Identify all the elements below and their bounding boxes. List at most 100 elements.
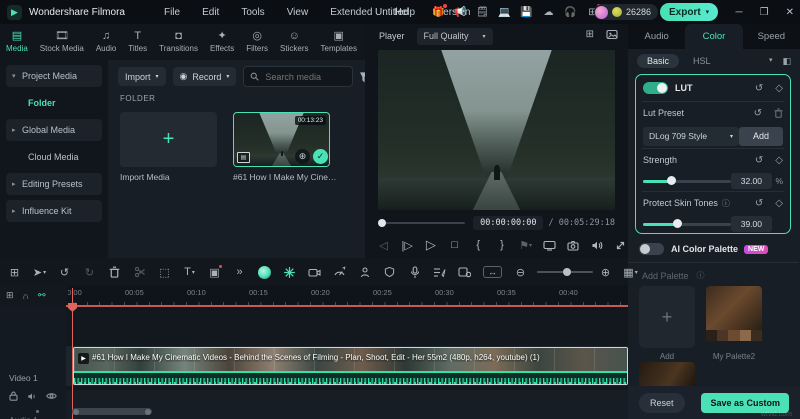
basic-subtab[interactable]: Basic — [637, 54, 679, 68]
import-media-card[interactable]: + — [120, 112, 217, 167]
volume-icon[interactable] — [590, 240, 603, 251]
display-preview-icon[interactable] — [606, 29, 618, 40]
tab-templates[interactable]: ▣Templates — [315, 28, 363, 54]
hide-track-icon[interactable] — [46, 391, 57, 401]
menu-file[interactable]: File — [164, 7, 180, 18]
tab-filters[interactable]: ◎Filters — [240, 28, 274, 54]
menu-edit[interactable]: Edit — [202, 7, 219, 18]
player-scrubber[interactable]: 00:00:00:00 / 00:05:29:18 — [378, 216, 615, 230]
support-headset-icon[interactable]: 🎧 — [564, 6, 577, 19]
timeline-clip[interactable]: ▶ #61 How I Make My Cinematic Videos - B… — [73, 347, 628, 385]
expand-arrow-icon[interactable]: ▸ — [12, 126, 16, 134]
play-button[interactable]: ▷ — [424, 237, 437, 253]
skin-tones-value[interactable]: 39.00 — [731, 216, 771, 232]
account-pill[interactable]: 26286 — [594, 4, 658, 20]
strength-value[interactable]: 32.00 — [731, 173, 771, 189]
timeline-zoom-slider[interactable] — [537, 271, 593, 273]
reset-icon[interactable]: ↺ — [755, 198, 763, 209]
fullscreen-icon[interactable] — [614, 240, 627, 251]
save-icon[interactable]: 💾 — [520, 6, 533, 19]
snap-magnet-icon[interactable]: ∩ — [23, 291, 29, 301]
reset-icon[interactable]: ↺ — [755, 155, 763, 166]
sidebar-item-cloud-media[interactable]: Cloud Media — [6, 146, 102, 168]
cloud-upload-icon[interactable]: ☁ — [542, 6, 555, 19]
motion-tracking-icon[interactable] — [358, 266, 371, 278]
reset-icon[interactable]: ↺ — [755, 83, 763, 94]
marker-button[interactable]: ⚑▾ — [519, 239, 532, 252]
search-input[interactable] — [263, 71, 337, 83]
snapshot-camera-icon[interactable] — [567, 240, 580, 251]
hsl-subtab[interactable]: HSL — [693, 56, 711, 66]
mirror-screen-icon[interactable] — [543, 240, 556, 251]
search-media-box[interactable] — [243, 66, 353, 87]
keyframe-diamond-icon[interactable]: ◇ — [775, 83, 783, 94]
menu-tools[interactable]: Tools — [241, 7, 264, 18]
menu-view[interactable]: View — [287, 7, 309, 18]
tab-media[interactable]: ▤Media — [0, 28, 34, 54]
mute-track-icon[interactable] — [27, 391, 37, 401]
skin-tones-slider-handle[interactable] — [673, 219, 682, 228]
tab-stickers[interactable]: ☺Stickers — [274, 28, 314, 54]
expand-arrow-icon[interactable]: ▸ — [12, 207, 16, 215]
mask-tool-icon[interactable]: ▣ — [208, 266, 221, 279]
strength-slider[interactable] — [643, 180, 731, 183]
compare-split-icon[interactable]: ◧ — [782, 56, 791, 67]
gift-icon[interactable]: 🎁 — [432, 6, 445, 19]
mark-in-button[interactable]: { — [472, 239, 485, 251]
timeline-ruler[interactable]: 00:00 00:05 00:10 00:15 00:20 00:25 00:3… — [0, 286, 628, 305]
adjustment-list-icon[interactable] — [433, 267, 446, 278]
mark-out-button[interactable]: } — [495, 239, 508, 251]
zoom-to-fit-icon[interactable]: ▦▾ — [624, 266, 637, 279]
manage-tracks-icon[interactable]: ⊞ — [6, 290, 14, 301]
delete-icon[interactable] — [108, 266, 121, 278]
quick-action-icon[interactable]: ⊕ — [295, 149, 310, 164]
avatar[interactable] — [595, 6, 608, 19]
camera-effect-icon[interactable] — [308, 267, 321, 278]
lut-toggle[interactable] — [643, 82, 668, 94]
lut-preset-select[interactable]: DLog 709 Style ▾ — [643, 127, 739, 146]
media-clip-thumbnail[interactable]: 00:13:23 ▤ ⊕ ✓ — [233, 112, 330, 167]
tab-effects[interactable]: ✦Effects — [204, 28, 240, 54]
tab-transitions[interactable]: ◘Transitions — [153, 28, 204, 54]
more-tools-icon[interactable]: » — [233, 266, 246, 278]
tab-titles[interactable]: TTitles — [122, 28, 153, 54]
zoom-out-icon[interactable]: ⊖ — [514, 266, 527, 279]
sidebar-item-global-media[interactable]: ▸Global Media — [6, 119, 102, 141]
split-scissors-icon[interactable] — [133, 266, 146, 278]
expand-arrow-icon[interactable]: ▸ — [12, 180, 16, 188]
lut-add-button[interactable]: Add — [739, 127, 783, 146]
ai-tools-icon[interactable] — [283, 266, 296, 279]
lock-track-icon[interactable] — [9, 391, 18, 401]
auto-ripple-icon[interactable]: ↔ — [483, 266, 502, 278]
sidebar-item-project-media[interactable]: ▾Project Media — [6, 65, 102, 87]
timeline-horizontal-scrollbar[interactable] — [72, 408, 152, 415]
timeline-zoom-handle[interactable] — [563, 268, 571, 276]
current-timecode[interactable]: 00:00:00:00 — [473, 216, 543, 230]
layout-grid-icon[interactable]: ⊞ — [586, 29, 594, 40]
add-palette-card[interactable]: + Add — [639, 286, 695, 348]
reset-button[interactable]: Reset — [639, 393, 685, 413]
skin-tones-slider[interactable] — [643, 223, 731, 226]
ai-color-palette-toggle[interactable] — [639, 243, 664, 255]
palette-thumbnail-partial[interactable] — [639, 362, 695, 388]
reset-icon[interactable]: ↺ — [754, 108, 762, 119]
expand-arrow-icon[interactable]: ▾ — [12, 72, 16, 80]
strength-slider-handle[interactable] — [667, 176, 676, 185]
keyframe-diamond-icon[interactable]: ◇ — [775, 198, 783, 209]
close-button[interactable]: ✕ — [786, 7, 794, 18]
sidebar-item-influence-kit[interactable]: ▸Influence Kit — [6, 200, 102, 222]
undo-icon[interactable]: ↺ — [58, 266, 71, 279]
video-preview[interactable] — [378, 50, 615, 210]
export-button[interactable]: Export ▾ — [660, 3, 718, 21]
scrubber-handle[interactable] — [378, 219, 386, 227]
save-as-custom-button[interactable]: Save as Custom — [701, 393, 789, 413]
keyframe-diamond-icon[interactable]: ◇ — [775, 155, 783, 166]
minimize-button[interactable]: ─ — [736, 7, 743, 18]
device-icon[interactable]: 💻 — [498, 6, 511, 19]
import-button[interactable]: Import▾ — [118, 67, 166, 86]
tab-color[interactable]: Color — [685, 24, 742, 49]
sidebar-item-folder[interactable]: Folder — [6, 92, 102, 114]
tab-audio[interactable]: Audio — [628, 24, 685, 49]
maximize-button[interactable]: ❐ — [760, 7, 769, 18]
playhead-handle[interactable] — [68, 303, 77, 312]
